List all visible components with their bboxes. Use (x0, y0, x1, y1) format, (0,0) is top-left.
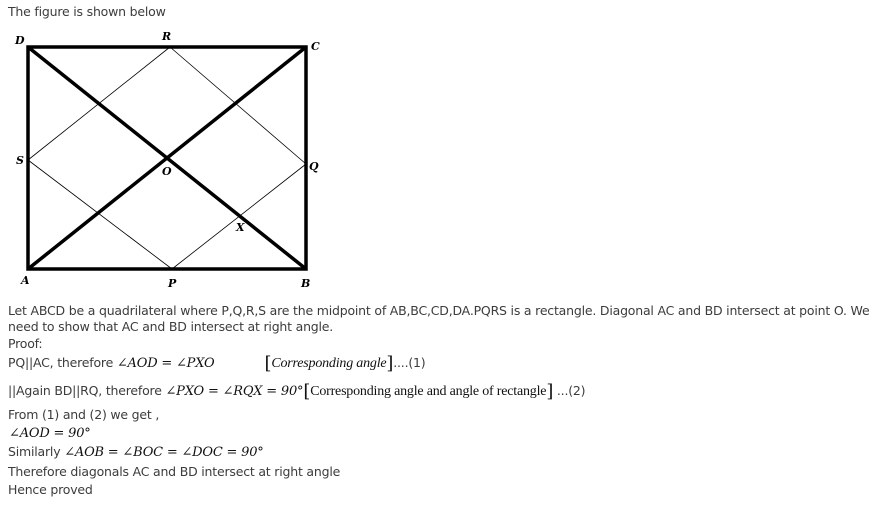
line5-math: ∠AOB = ∠BOC = ∠DOC = 90° (64, 445, 264, 460)
intro-text: The figure is shown below (8, 4, 166, 19)
proof-line-5: Similarly ∠AOB = ∠BOC = ∠DOC = 90° (8, 444, 264, 461)
label-d: D (14, 34, 25, 47)
label-r: R (161, 30, 171, 43)
line1-math: ∠AOD = ∠PXO (116, 356, 215, 371)
line1-text: PQ||AC, therefore (8, 355, 117, 370)
proof-line-4: ∠AOD = 90° (9, 426, 91, 441)
label-s: S (16, 154, 24, 167)
label-q: Q (309, 160, 319, 173)
label-o: O (162, 165, 172, 178)
line1-ref: ....(1) (393, 355, 426, 370)
line1-reason: Corresponding angle (271, 356, 387, 371)
label-p: P (167, 277, 177, 290)
proof-line-1: PQ||AC, therefore ∠AOD = ∠PXO [Correspond… (8, 355, 426, 373)
line2-math: ∠PXO = ∠RQX = 90° (165, 384, 304, 399)
proof-line-7: Hence proved (8, 482, 93, 497)
proof-line-6: Therefore diagonals AC and BD intersect … (8, 464, 341, 479)
line2-text: ||Again BD||RQ, therefore (8, 383, 166, 398)
line2-ref: ...(2) (553, 383, 586, 398)
line5-text: Similarly (8, 444, 65, 459)
proof-heading: Proof: (8, 336, 43, 351)
geometry-figure: D C R S Q O X A P B (14, 30, 320, 290)
label-c: C (311, 40, 320, 53)
label-x: X (235, 221, 245, 234)
line2-reason: Corresponding angle and angle of rectang… (310, 384, 547, 399)
proof-line-2: ||Again BD||RQ, therefore ∠PXO = ∠RQX = … (8, 383, 586, 401)
label-a: A (20, 274, 30, 287)
problem-statement: Let ABCD be a quadrilateral where P,Q,R,… (8, 303, 870, 334)
proof-line-3: From (1) and (2) we get , (8, 407, 160, 422)
label-b: B (300, 277, 310, 290)
